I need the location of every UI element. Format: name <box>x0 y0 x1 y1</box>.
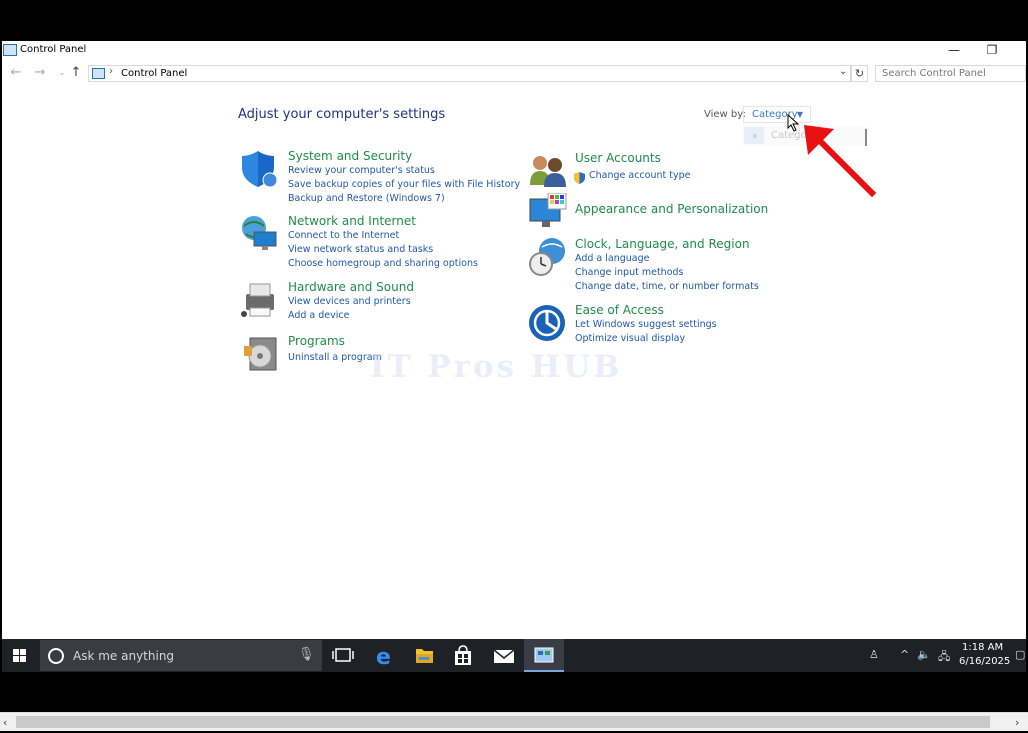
restore-button[interactable]: ❐ <box>974 41 1010 61</box>
network-icon[interactable]: 🖧 <box>938 648 950 667</box>
category-title[interactable]: Clock, Language, and Region <box>575 237 750 251</box>
search-input[interactable]: Search Control Panel <box>875 65 1026 82</box>
show-hidden-icons-icon[interactable]: ^ <box>900 648 909 661</box>
link-add-device[interactable]: Add a device <box>288 310 349 321</box>
clock-time[interactable]: 1:18 AM <box>962 642 1003 653</box>
clock-globe-icon[interactable] <box>528 237 568 277</box>
taskbar-search-box[interactable]: Ask me anything 🎙 <box>40 640 322 671</box>
cortana-icon <box>48 648 64 664</box>
scroll-left-icon[interactable]: ‹ <box>3 716 7 729</box>
mouse-pointer-icon <box>787 114 800 132</box>
display-palette-icon[interactable] <box>528 193 568 233</box>
back-arrow-icon[interactable]: ← <box>8 65 24 81</box>
taskbar-control-panel[interactable] <box>524 639 564 672</box>
link-network-status[interactable]: View network status and tasks <box>288 244 433 255</box>
action-center-icon[interactable]: ▢ <box>1015 648 1025 661</box>
link-review-status[interactable]: Review your computer's status <box>288 165 435 176</box>
minimize-button[interactable]: — <box>936 41 972 61</box>
link-date-time-formats[interactable]: Change date, time, or number formats <box>575 281 759 292</box>
taskbar-store[interactable] <box>443 639 483 672</box>
control-panel-window: Control Panel — ❐ ← → ⌄ ↑ › Control Pane… <box>2 41 1026 639</box>
breadcrumb-separator-icon: › <box>109 66 113 77</box>
up-arrow-icon[interactable]: ↑ <box>68 65 84 81</box>
mail-icon <box>493 649 515 663</box>
address-bar[interactable]: › Control Panel ⌄ <box>88 65 851 82</box>
title-bar: Control Panel — ❐ <box>2 41 1026 61</box>
page-title: Adjust your computer's settings <box>238 107 446 122</box>
watermark: IT Pros HUB <box>370 349 623 385</box>
link-homegroup[interactable]: Choose homegroup and sharing options <box>288 258 478 269</box>
microphone-icon[interactable]: 🎙 <box>298 647 315 662</box>
edge-icon: e <box>376 645 391 670</box>
category-title[interactable]: Programs <box>288 334 345 348</box>
control-panel-icon <box>534 647 554 663</box>
taskbar: Ask me anything 🎙 e ♙ ^ 🔈 🖧 1:18 AM 6/16… <box>2 639 1026 672</box>
control-panel-icon <box>3 44 17 56</box>
taskbar-file-explorer[interactable] <box>404 639 444 672</box>
programs-disc-icon[interactable] <box>240 334 280 374</box>
view-by-label: View by: <box>704 109 746 120</box>
link-connect-internet[interactable]: Connect to the Internet <box>288 230 399 241</box>
task-view-icon <box>332 648 354 662</box>
control-panel-icon <box>92 68 105 79</box>
radio-dot-icon <box>753 134 757 138</box>
windows-logo-icon <box>13 649 26 662</box>
link-add-language[interactable]: Add a language <box>575 253 649 264</box>
network-globe-icon[interactable] <box>240 214 280 254</box>
chevron-down-icon[interactable]: ⌄ <box>839 66 847 77</box>
users-icon[interactable] <box>528 151 568 191</box>
people-icon[interactable]: ♙ <box>869 648 879 661</box>
link-windows-suggest[interactable]: Let Windows suggest settings <box>575 319 717 330</box>
annotation-arrow-icon <box>804 125 877 198</box>
store-bag-icon <box>455 645 471 665</box>
link-input-methods[interactable]: Change input methods <box>575 267 684 278</box>
printer-icon[interactable] <box>240 280 280 320</box>
clock-date[interactable]: 6/16/2025 <box>959 656 1010 667</box>
refresh-button[interactable]: ↻ <box>851 65 868 82</box>
category-title[interactable]: User Accounts <box>575 151 661 165</box>
selected-option-marker <box>744 127 764 144</box>
svg-text:e: e <box>376 645 391 670</box>
breadcrumb[interactable]: Control Panel <box>121 68 187 79</box>
link-uninstall-program[interactable]: Uninstall a program <box>288 352 382 363</box>
category-title[interactable]: Ease of Access <box>575 303 664 317</box>
window-title: Control Panel <box>20 44 87 55</box>
taskbar-edge[interactable]: e <box>364 639 404 672</box>
category-title[interactable]: System and Security <box>288 149 412 163</box>
task-view-button[interactable] <box>323 639 363 672</box>
link-devices-printers[interactable]: View devices and printers <box>288 296 411 307</box>
start-button[interactable] <box>2 639 38 672</box>
folder-icon <box>416 649 433 663</box>
forward-arrow-icon[interactable]: → <box>32 65 48 81</box>
taskbar-mail[interactable] <box>484 639 524 672</box>
taskbar-search-placeholder: Ask me anything <box>73 649 175 663</box>
scroll-right-icon[interactable]: › <box>1015 716 1019 729</box>
category-title[interactable]: Network and Internet <box>288 214 416 228</box>
link-backup-restore[interactable]: Backup and Restore (Windows 7) <box>288 193 445 204</box>
ease-of-access-icon[interactable] <box>528 303 568 343</box>
link-optimize-display[interactable]: Optimize visual display <box>575 333 685 344</box>
link-change-account-type[interactable]: Change account type <box>589 170 690 181</box>
scroll-thumb[interactable] <box>16 716 990 728</box>
shield-icon[interactable] <box>240 149 280 189</box>
category-title[interactable]: Appearance and Personalization <box>575 202 768 216</box>
uac-shield-icon <box>574 169 585 184</box>
category-title[interactable]: Hardware and Sound <box>288 280 414 294</box>
navigation-bar: ← → ⌄ ↑ › Control Panel ⌄ ↻ Search Contr… <box>2 63 1026 85</box>
volume-icon[interactable]: 🔈 <box>917 648 931 661</box>
horizontal-scrollbar[interactable]: ‹ › <box>0 712 1028 731</box>
link-file-history[interactable]: Save backup copies of your files with Fi… <box>288 179 520 190</box>
screen: Control Panel — ❐ ← → ⌄ ↑ › Control Pane… <box>0 0 1028 733</box>
